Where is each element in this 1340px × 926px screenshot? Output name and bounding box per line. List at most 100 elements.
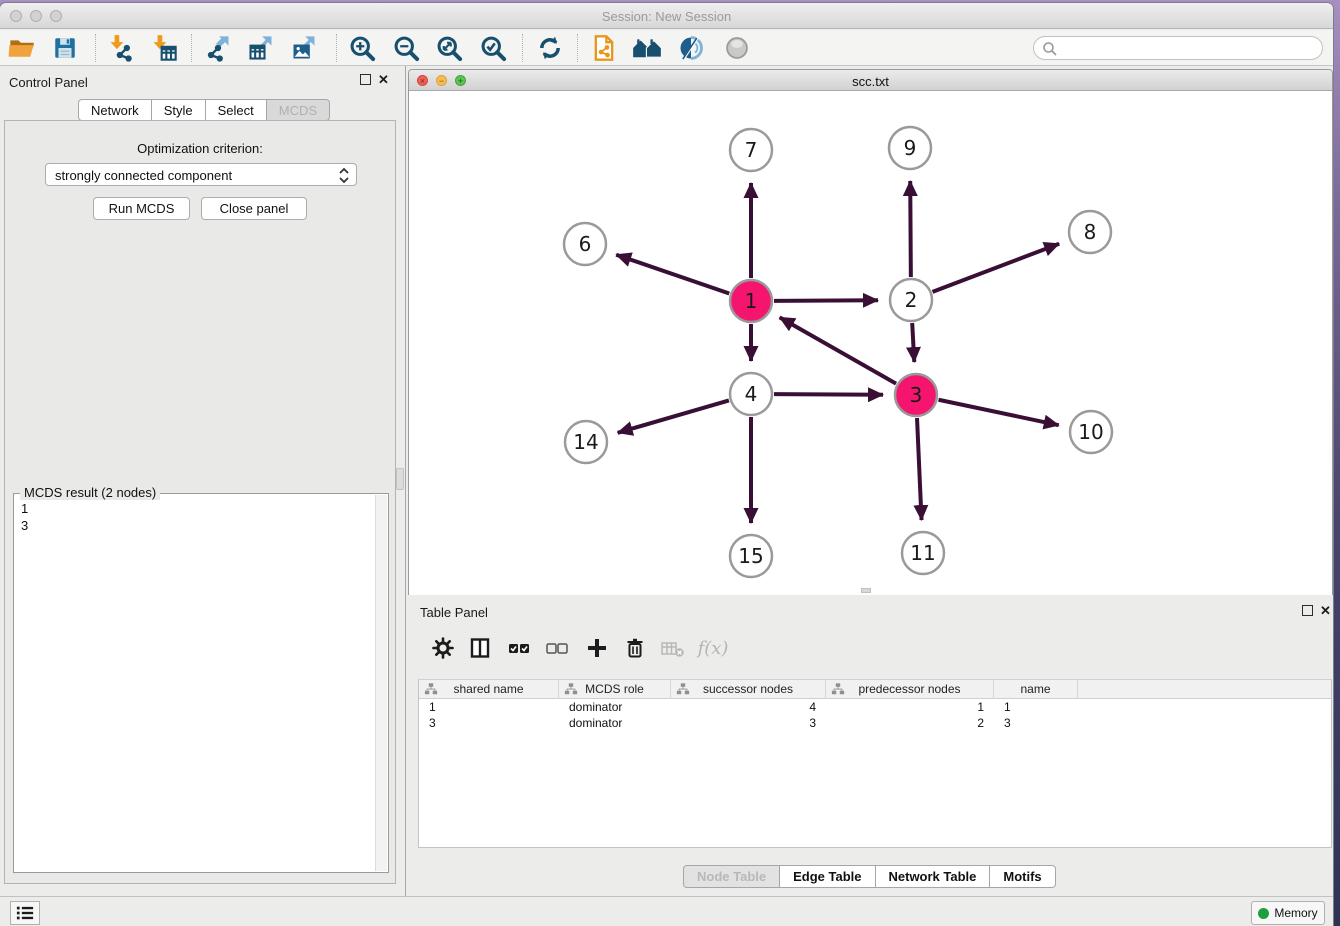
graph-edge-3-10[interactable] [939,400,1059,425]
mcds-result-line: 3 [21,517,376,534]
window-title: Session: New Session [0,9,1333,24]
gear-icon[interactable] [431,636,455,660]
task-history-button[interactable] [10,901,40,925]
network-graph[interactable]: 7968124314101511 [409,91,1332,595]
graph-edge-1-6[interactable] [616,255,729,294]
column-header-successor-nodes[interactable]: successor nodes [671,680,826,699]
tab-node-table[interactable]: Node Table [683,865,780,888]
table-header-row: shared name MCDS role successor nodes pr… [419,680,1331,699]
graph-edge-2-3[interactable] [912,323,914,362]
tab-select[interactable]: Select [206,99,267,121]
export-network-icon[interactable] [204,34,232,62]
graph-node-label-15: 15 [738,544,763,568]
optimization-criterion-label: Optimization criterion: [5,141,395,156]
mcds-result-text[interactable]: 1 3 [14,496,376,870]
column-header-mcds-role[interactable]: MCDS role [559,680,671,699]
run-mcds-button[interactable]: Run MCDS [93,197,190,220]
column-header-shared-name[interactable]: shared name [419,680,559,699]
zoom-out-icon[interactable] [392,34,420,62]
function-builder-icon[interactable]: f(x) [698,638,729,659]
zoom-selected-icon[interactable] [479,34,507,62]
node-table: shared name MCDS role successor nodes pr… [418,679,1332,848]
criterion-select[interactable]: strongly connected component [45,163,357,186]
toolbar-separator [191,34,192,62]
vizmapper-icon[interactable] [677,34,705,62]
tab-mcds[interactable]: MCDS [267,99,330,121]
hierarchy-icon [676,682,690,696]
close-panel-icon[interactable]: ✕ [378,72,389,88]
mcds-result-box: MCDS result (2 nodes) 1 3 [13,493,389,873]
mcds-panel: Optimization criterion: strongly connect… [4,120,396,884]
graph-node-label-7: 7 [745,138,758,162]
import-network-icon[interactable] [107,34,135,62]
graph-edge-3-1[interactable] [780,317,896,383]
network-title-bar: × − + scc.txt [409,70,1332,91]
table-tabs: Node Table Edge Table Network Table Moti… [683,865,1056,888]
float-panel-icon[interactable] [360,74,371,85]
network-resize-grip[interactable] [861,588,871,593]
sphere-icon[interactable] [723,34,751,62]
memory-status-icon [1258,908,1269,919]
memory-button[interactable]: Memory [1251,901,1325,925]
search-input[interactable] [1062,38,1312,58]
export-table-icon[interactable] [247,34,275,62]
main-toolbar [0,30,1333,66]
tab-network-table[interactable]: Network Table [876,865,991,888]
graph-node-label-14: 14 [573,430,598,454]
table-close-icon[interactable]: ✕ [1320,603,1331,619]
tab-edge-table[interactable]: Edge Table [780,865,875,888]
trash-icon[interactable] [623,636,647,660]
import-table-icon[interactable] [150,34,178,62]
tab-style[interactable]: Style [152,99,206,121]
network-title: scc.txt [409,74,1332,89]
criterion-value: strongly connected component [55,168,232,183]
graph-edge-4-3[interactable] [774,394,883,395]
zoom-fit-icon[interactable] [435,34,463,62]
tab-motifs[interactable]: Motifs [990,865,1055,888]
memory-label: Memory [1274,906,1317,920]
document-share-icon[interactable] [590,34,618,62]
zoom-in-icon[interactable] [348,34,376,62]
graph-node-label-11: 11 [910,541,935,565]
deselect-all-icon[interactable] [545,636,571,660]
control-panel-title: Control Panel [9,75,88,90]
app-window: Session: New Session [0,3,1333,926]
graph-node-label-2: 2 [905,288,918,312]
mcds-result-scrollbar[interactable] [375,495,387,871]
toolbar-separator [336,34,337,62]
title-bar: Session: New Session [0,3,1333,29]
graph-node-label-6: 6 [579,232,592,256]
column-header-predecessor-nodes[interactable]: predecessor nodes [826,680,994,699]
hierarchy-icon [424,682,438,696]
home-icon[interactable] [632,35,662,61]
select-stepper-icon [338,167,350,184]
graph-edge-2-9[interactable] [910,181,911,277]
graph-edge-3-11[interactable] [917,418,922,520]
add-column-icon[interactable] [585,636,609,660]
toolbar-separator [95,34,96,62]
save-icon[interactable] [52,35,78,61]
panel-splitter-handle[interactable] [396,468,404,490]
tab-network[interactable]: Network [78,99,152,121]
columns-icon[interactable] [468,636,492,660]
select-all-icon[interactable] [507,636,533,660]
graph-node-label-10: 10 [1078,420,1103,444]
panel-divider [405,66,406,896]
table-row[interactable]: 3 dominator 3 2 3 [419,715,1331,731]
column-header-name[interactable]: name [994,680,1078,699]
table-float-icon[interactable] [1302,605,1313,616]
close-panel-button[interactable]: Close panel [201,197,307,220]
graph-node-label-1: 1 [745,289,758,313]
graph-edge-1-2[interactable] [774,300,878,301]
export-image-icon[interactable] [290,34,318,62]
search-box [1033,36,1323,60]
graph-edge-4-14[interactable] [618,400,729,432]
refresh-icon[interactable] [536,34,564,62]
table-row[interactable]: 1 dominator 4 1 1 [419,699,1331,715]
open-folder-icon[interactable] [8,35,36,61]
delete-table-icon[interactable] [660,636,686,660]
hierarchy-icon [831,682,845,696]
graph-edge-2-8[interactable] [933,244,1060,292]
toolbar-separator [577,34,578,62]
toolbar-separator [522,34,523,62]
